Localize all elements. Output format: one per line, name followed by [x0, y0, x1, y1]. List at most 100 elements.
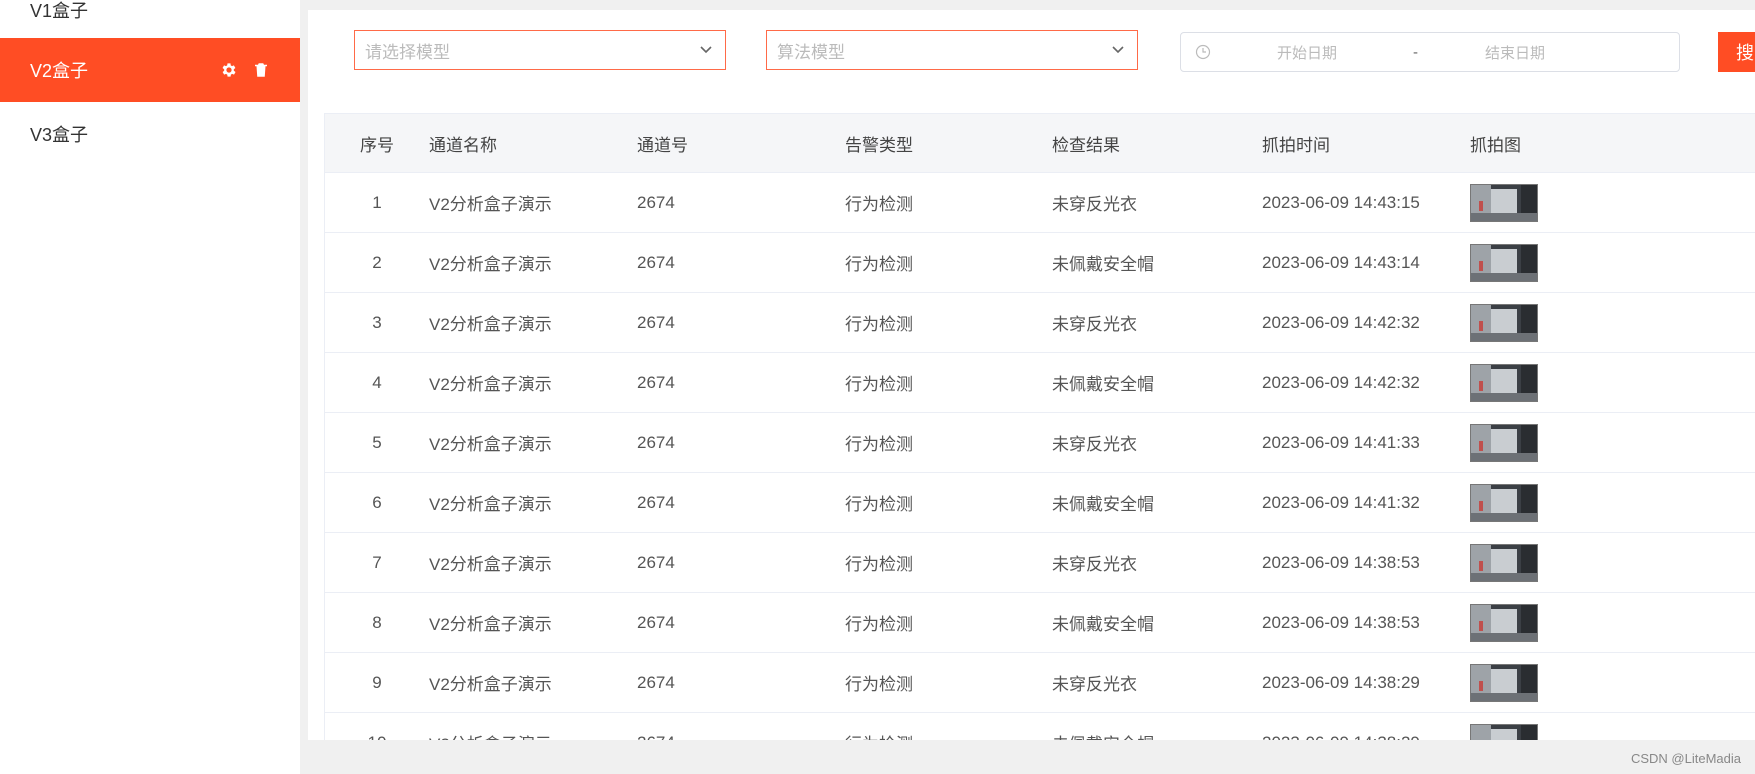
header-time: 抓拍时间 [1262, 135, 1330, 155]
watermark: CSDN @LiteMadia [1630, 751, 1741, 766]
cell-channel-name: V2分析盒子演示 [429, 555, 552, 574]
cell-snapshot [1470, 423, 1670, 462]
cell-alarm-type: 行为检测 [845, 435, 913, 454]
sidebar-item-label: V2盒子 [30, 61, 89, 81]
snapshot-thumbnail[interactable] [1470, 663, 1538, 702]
cell-result: 未佩戴安全帽 [1052, 615, 1154, 634]
clock-icon [1195, 44, 1211, 60]
algorithm-select-placeholder: 算法模型 [777, 42, 845, 62]
end-date-input[interactable]: 结束日期 [1485, 42, 1545, 63]
cell-snapshot [1470, 603, 1670, 642]
cell-time: 2023-06-09 14:42:32 [1262, 372, 1420, 392]
cell-index: 9 [372, 672, 382, 692]
cell-time: 2023-06-09 14:38:29 [1262, 733, 1470, 741]
cell-time: 2023-06-09 14:42:32 [1262, 312, 1420, 332]
sidebar: V1盒子 V2盒子 V3盒子 [0, 0, 300, 774]
header-snapshot: 抓拍图 [1470, 135, 1521, 155]
snapshot-thumbnail[interactable] [1470, 723, 1538, 740]
table-row[interactable]: 8 V2分析盒子演示 2674 行为检测 未佩戴安全帽 2023-06-09 14:38:… [324, 593, 1755, 653]
cell-index: 5 [372, 432, 382, 452]
cell-index: 6 [372, 492, 382, 512]
snapshot-thumbnail[interactable] [1470, 423, 1538, 462]
cell-snapshot [1470, 183, 1670, 222]
cell-result: 未佩戴安全帽 [1052, 730, 1262, 740]
cell-index: 3 [372, 312, 382, 332]
cell-result: 未穿反光衣 [1052, 195, 1137, 214]
snapshot-thumbnail[interactable] [1470, 603, 1538, 642]
trash-icon[interactable] [252, 61, 270, 79]
cell-snapshot [1470, 483, 1670, 522]
snapshot-thumbnail[interactable] [1470, 363, 1538, 402]
table-row[interactable]: 7 V2分析盒子演示 2674 行为检测 未穿反光衣 2023-06-09 14:38:5… [324, 533, 1755, 593]
cell-channel-name: V2分析盒子演示 [429, 255, 552, 274]
cell-channel-no: 2674 [637, 733, 845, 741]
cell-alarm-type: 行为检测 [845, 315, 913, 334]
chevron-down-icon [1112, 46, 1124, 54]
search-button[interactable]: 搜 [1718, 32, 1755, 72]
cell-snapshot [1470, 543, 1670, 582]
sidebar-item-v2[interactable]: V2盒子 [0, 38, 300, 102]
cell-channel-name: V2分析盒子演示 [429, 675, 552, 694]
cell-index: 2 [372, 252, 382, 272]
date-range-picker[interactable]: 开始日期 - 结束日期 [1180, 32, 1680, 72]
sidebar-item-label: V3盒子 [30, 125, 89, 145]
cell-channel-no: 2674 [637, 372, 675, 392]
cell-channel-name: V2分析盒子演示 [429, 195, 552, 214]
cell-time: 2023-06-09 14:38:29 [1262, 672, 1420, 692]
table-row[interactable]: 1 V2分析盒子演示 2674 行为检测 未穿反光衣 2023-06-09 14:43:1… [324, 173, 1755, 233]
snapshot-thumbnail[interactable] [1470, 483, 1538, 522]
cell-time: 2023-06-09 14:41:32 [1262, 492, 1420, 512]
table-header: 序号 通道名称 通道号 告警类型 检查结果 抓拍时间 抓拍图 [324, 113, 1755, 173]
cell-snapshot [1470, 363, 1670, 402]
table-row[interactable]: 2 V2分析盒子演示 2674 行为检测 未佩戴安全帽 2023-06-09 14:43:… [324, 233, 1755, 293]
cell-time: 2023-06-09 14:38:53 [1262, 612, 1420, 632]
cell-channel-no: 2674 [637, 612, 675, 632]
sidebar-item-actions [220, 38, 270, 102]
header-result: 检查结果 [1052, 135, 1120, 155]
table-row[interactable]: 3 V2分析盒子演示 2674 行为检测 未穿反光衣 2023-06-09 14:42:3… [324, 293, 1755, 353]
cell-index: 10 [325, 733, 429, 741]
cell-alarm-type: 行为检测 [845, 195, 913, 214]
cell-channel-no: 2674 [637, 312, 675, 332]
header-alarm-type: 告警类型 [845, 135, 913, 155]
cell-channel-name: V2分析盒子演示 [429, 495, 552, 514]
cell-result: 未穿反光衣 [1052, 435, 1137, 454]
snapshot-thumbnail[interactable] [1470, 543, 1538, 582]
table-row[interactable]: 5 V2分析盒子演示 2674 行为检测 未穿反光衣 2023-06-09 14:41:3… [324, 413, 1755, 473]
cell-snapshot [1470, 303, 1670, 342]
algorithm-select[interactable]: 算法模型 [766, 30, 1138, 70]
chevron-down-icon [700, 46, 712, 54]
cell-result: 未穿反光衣 [1052, 555, 1137, 574]
cell-alarm-type: 行为检测 [845, 675, 913, 694]
cell-time: 2023-06-09 14:43:14 [1262, 252, 1420, 272]
cell-alarm-type: 行为检测 [845, 555, 913, 574]
sidebar-item-v3[interactable]: V3盒子 [0, 102, 300, 166]
snapshot-thumbnail[interactable] [1470, 243, 1538, 282]
snapshot-thumbnail[interactable] [1470, 183, 1538, 222]
cell-snapshot [1470, 243, 1670, 282]
sidebar-item-v1[interactable]: V1盒子 [0, 0, 300, 42]
cell-snapshot [1470, 663, 1670, 702]
cell-index: 7 [372, 552, 382, 572]
table-row[interactable]: 4 V2分析盒子演示 2674 行为检测 未佩戴安全帽 2023-06-09 14:42:… [324, 353, 1755, 413]
table-row[interactable]: 10V2分析盒子演示2674行为检测未佩戴安全帽2023-06-09 14:38… [324, 713, 1755, 740]
date-separator: - [1413, 43, 1418, 61]
main-area: 请选择模型 算法模型 开始日期 - 结束日期 搜 序号 通道名称 通道号 告警类… [300, 0, 1755, 740]
cell-result: 未穿反光衣 [1052, 675, 1137, 694]
content-panel: 请选择模型 算法模型 开始日期 - 结束日期 搜 序号 通道名称 通道号 告警类… [308, 10, 1755, 740]
cell-alarm-type: 行为检测 [845, 375, 913, 394]
gear-icon[interactable] [220, 61, 238, 79]
model-select[interactable]: 请选择模型 [354, 30, 726, 70]
cell-time: 2023-06-09 14:43:15 [1262, 192, 1420, 212]
table-row[interactable]: 9 V2分析盒子演示 2674 行为检测 未穿反光衣 2023-06-09 14:38:2… [324, 653, 1755, 713]
cell-time: 2023-06-09 14:38:53 [1262, 552, 1420, 572]
cell-channel-name: V2分析盒子演示 [429, 315, 552, 334]
table-body: 1 V2分析盒子演示 2674 行为检测 未穿反光衣 2023-06-09 14:43:1… [324, 173, 1755, 740]
cell-index: 1 [372, 192, 382, 212]
cell-channel-name: V2分析盒子演示 [429, 435, 552, 454]
cell-channel-name: V2分析盒子演示 [429, 615, 552, 634]
snapshot-thumbnail[interactable] [1470, 303, 1538, 342]
table-row[interactable]: 6 V2分析盒子演示 2674 行为检测 未佩戴安全帽 2023-06-09 14:41:… [324, 473, 1755, 533]
cell-result: 未穿反光衣 [1052, 315, 1137, 334]
start-date-input[interactable]: 开始日期 [1277, 42, 1337, 63]
